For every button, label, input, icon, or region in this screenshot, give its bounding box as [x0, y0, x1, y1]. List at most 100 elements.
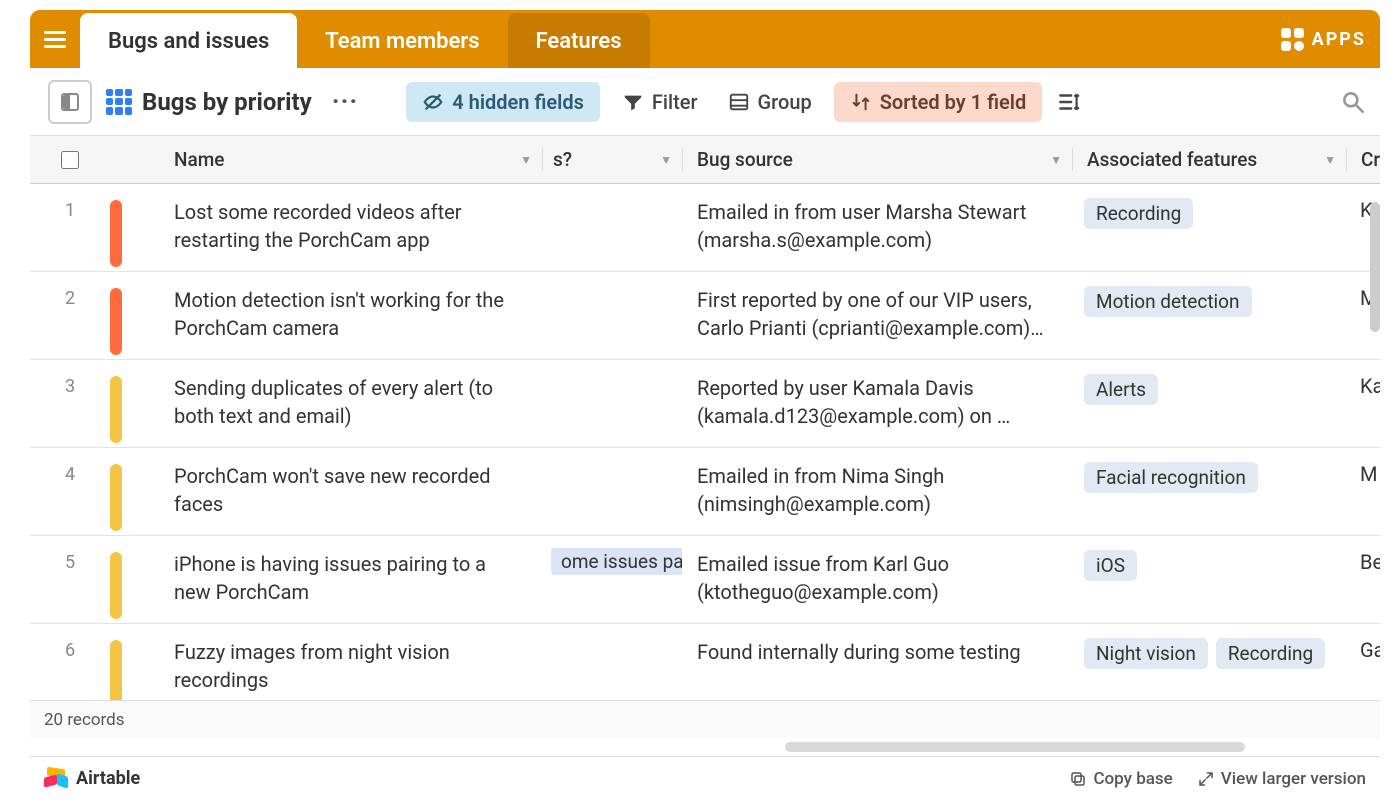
cell-associated-features[interactable]: Motion detection [1072, 284, 1346, 319]
priority-indicator [110, 640, 122, 700]
view-toolbar: Bugs by priority ··· 4 hidden fields Fil… [30, 68, 1380, 136]
row-number: 1 [30, 196, 110, 221]
table-row[interactable]: 6Fuzzy images from night vision recordin… [30, 624, 1380, 700]
cell-name[interactable]: Motion detection isn't working for the P… [142, 284, 542, 356]
chevron-down-icon: ▼ [1050, 153, 1062, 167]
cell-unknown[interactable]: ome issues pair [542, 548, 682, 575]
brand-bar: Airtable Copy base View larger version [30, 756, 1380, 800]
cell-associated-features[interactable]: iOS [1072, 548, 1346, 583]
table-row[interactable]: 4 PorchCam won't save new recorded faces E… [30, 448, 1380, 536]
priority-indicator [110, 464, 122, 531]
apps-label: APPS [1312, 29, 1366, 50]
select-all-checkbox[interactable] [61, 151, 79, 169]
hidden-fields-label: 4 hidden fields [452, 90, 584, 114]
cell-bug-source[interactable]: First reported by one of our VIP users, … [682, 284, 1072, 356]
feature-tag[interactable]: Night vision [1084, 638, 1208, 669]
chevron-down-icon: ▼ [660, 153, 672, 167]
feature-tag[interactable]: iOS [1084, 550, 1137, 581]
column-header-row: Name ▼ s? ▼ Bug source ▼ Associated feat… [30, 136, 1380, 184]
cell-unknown[interactable] [542, 372, 682, 376]
table-row[interactable]: 1 Lost some recorded videos after restart… [30, 184, 1380, 272]
row-number: 4 [30, 460, 110, 485]
grid-footer: 20 records [30, 700, 1380, 738]
table-row[interactable]: 5iPhone is having issues pairing to a ne… [30, 536, 1380, 624]
cell-unknown[interactable] [542, 636, 682, 640]
cell-name[interactable]: Fuzzy images from night vision recording… [142, 636, 542, 700]
column-label: Name [174, 148, 224, 171]
table-row[interactable]: 2 Motion detection isn't working for the … [30, 272, 1380, 360]
cell-associated-features[interactable]: Night vision Recording [1072, 636, 1346, 671]
group-icon [728, 91, 750, 113]
chip: ome issues pair [551, 548, 682, 575]
cell-name[interactable]: Sending duplicates of every alert (to bo… [142, 372, 542, 444]
view-larger-button[interactable]: View larger version [1197, 769, 1366, 789]
feature-tag[interactable]: Motion detection [1084, 286, 1252, 317]
column-header-name[interactable]: Name ▼ [142, 148, 542, 171]
cell-name[interactable]: PorchCam won't save new recorded faces [142, 460, 542, 532]
cell-unknown[interactable] [542, 460, 682, 464]
group-button[interactable]: Group [720, 84, 820, 120]
cell-created[interactable]: Ka [1346, 372, 1380, 400]
view-larger-label: View larger version [1221, 769, 1366, 789]
filter-icon [622, 91, 644, 113]
cell-created[interactable]: M [1346, 460, 1380, 488]
feature-tag[interactable]: Facial recognition [1084, 462, 1258, 493]
priority-indicator [110, 200, 122, 267]
cell-name[interactable]: iPhone is having issues pairing to a new… [142, 548, 542, 620]
sort-button[interactable]: Sorted by 1 field [834, 82, 1043, 122]
airtable-logo-icon [44, 768, 68, 790]
cell-associated-features[interactable]: Alerts [1072, 372, 1346, 407]
column-header-unknown[interactable]: s? ▼ [542, 148, 682, 171]
column-header-associated-features[interactable]: Associated features ▼ [1072, 148, 1346, 171]
cell-unknown[interactable] [542, 196, 682, 200]
feature-tag[interactable]: Alerts [1084, 374, 1158, 405]
apps-button[interactable]: APPS [1281, 10, 1366, 68]
grid-view-icon [106, 89, 132, 115]
cell-unknown[interactable] [542, 284, 682, 288]
group-label: Group [758, 90, 812, 114]
cell-bug-source[interactable]: Emailed in from user Marsha Stewart (mar… [682, 196, 1072, 268]
record-count: 20 records [44, 710, 125, 730]
copy-base-button[interactable]: Copy base [1069, 769, 1172, 789]
hidden-fields-button[interactable]: 4 hidden fields [406, 82, 600, 122]
filter-button[interactable]: Filter [614, 84, 706, 120]
cell-created[interactable]: Be [1346, 548, 1380, 576]
view-switcher[interactable]: Bugs by priority [106, 88, 312, 116]
column-header-created[interactable]: Cr [1346, 148, 1380, 171]
column-label: Bug source [697, 148, 793, 171]
cell-name[interactable]: Lost some recorded videos after restarti… [142, 196, 542, 268]
cell-bug-source[interactable]: Reported by user Kamala Davis (kamala.d1… [682, 372, 1072, 444]
data-grid: Name ▼ s? ▼ Bug source ▼ Associated feat… [30, 136, 1380, 756]
tab-team-members[interactable]: Team members [297, 13, 507, 68]
row-number: 3 [30, 372, 110, 397]
tab-features[interactable]: Features [508, 13, 650, 68]
row-height-icon [1056, 89, 1082, 115]
airtable-brand[interactable]: Airtable [44, 768, 140, 790]
tab-bugs-and-issues[interactable]: Bugs and issues [80, 13, 297, 68]
table-row[interactable]: 3 Sending duplicates of every alert (to b… [30, 360, 1380, 448]
feature-tag[interactable]: Recording [1216, 638, 1325, 669]
horizontal-scrollbar[interactable] [30, 738, 1380, 756]
toggle-sidebar-button[interactable] [48, 80, 92, 124]
cell-associated-features[interactable]: Facial recognition [1072, 460, 1346, 495]
vertical-scrollbar[interactable] [1370, 202, 1380, 332]
cell-bug-source[interactable]: Emailed issue from Karl Guo (ktotheguo@e… [682, 548, 1072, 620]
column-label: s? [553, 148, 572, 171]
view-more-button[interactable]: ··· [326, 87, 365, 117]
row-number: 2 [30, 284, 110, 309]
cell-bug-source[interactable]: Found internally during some testing [682, 636, 1072, 680]
cell-created[interactable]: Ga [1346, 636, 1380, 664]
feature-tag[interactable]: Recording [1084, 198, 1193, 229]
menu-button[interactable] [30, 10, 80, 68]
chevron-down-icon: ▼ [520, 153, 532, 167]
cell-associated-features[interactable]: Recording [1072, 196, 1346, 231]
column-header-bug-source[interactable]: Bug source ▼ [682, 148, 1072, 171]
expand-icon [1197, 770, 1215, 788]
cell-bug-source[interactable]: Emailed in from Nima Singh (nimsingh@exa… [682, 460, 1072, 532]
brand-name: Airtable [76, 768, 140, 789]
sort-icon [850, 91, 872, 113]
search-button[interactable] [1340, 89, 1366, 115]
rows-container: 1 Lost some recorded videos after restart… [30, 184, 1380, 700]
row-height-button[interactable] [1056, 89, 1082, 115]
chevron-down-icon: ▼ [1324, 153, 1336, 167]
